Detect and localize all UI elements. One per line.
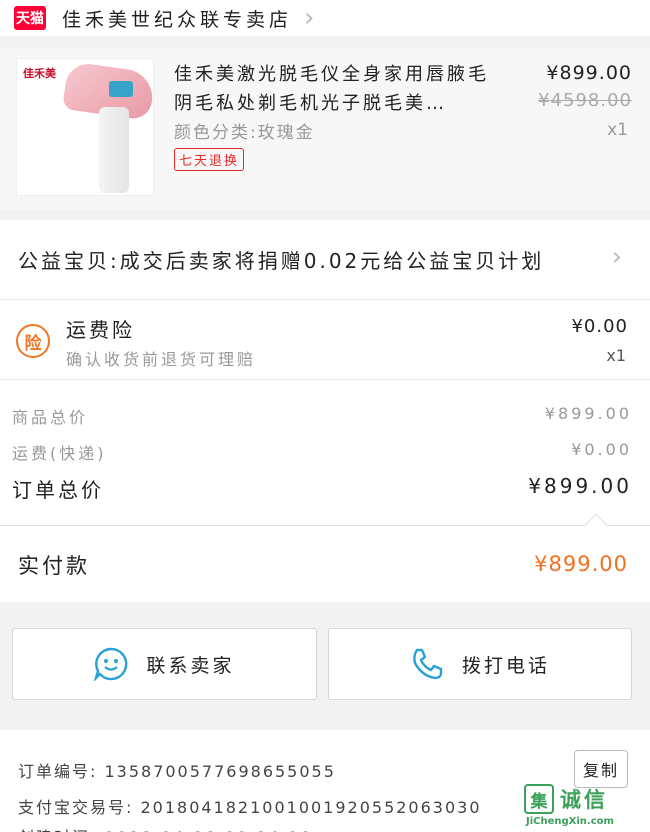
copy-button[interactable]: 复制 (574, 750, 628, 788)
shipping-insurance-row: 险 运费险 确认收货前退货可理赔 ¥0.00 x1 (0, 300, 650, 380)
charity-row[interactable]: 公益宝贝:成交后卖家将捐赠0.02元给公益宝贝计划 › (0, 220, 650, 300)
amount-paid-row: 实付款 ¥899.00 (0, 513, 650, 602)
goods-total-row: 商品总价 ¥899.00 (12, 404, 632, 428)
store-header[interactable]: 天猫 佳禾美世纪众联专卖店 › (0, 0, 650, 36)
insurance-icon: 险 (16, 324, 50, 358)
product-original-price: ¥4598.00 (538, 90, 632, 111)
chevron-right-icon: › (304, 3, 315, 33)
shipping-row: 运费(快递) ¥0.00 (12, 440, 632, 464)
product-item[interactable]: 佳禾美 佳禾美激光脱毛仪全身家用唇腋毛阴毛私处剃毛机光子脱毛美… 颜色分类:玫瑰… (0, 48, 650, 210)
watermark-url: JiChengXin.com (526, 816, 614, 827)
insurance-title: 运费险 (66, 318, 135, 342)
goods-total-label: 商品总价 (12, 408, 89, 427)
order-total-row: 订单总价 ¥899.00 (12, 474, 632, 503)
insurance-price: ¥0.00 (571, 316, 628, 337)
product-thumbnail[interactable]: 佳禾美 (16, 58, 156, 196)
product-price: ¥899.00 (546, 62, 632, 84)
product-brand-logo: 佳禾美 (23, 67, 56, 80)
watermark-mark: 集 (524, 784, 554, 814)
price-summary: 商品总价 ¥899.00 运费(快递) ¥0.00 订单总价 ¥899.00 (0, 380, 650, 526)
contact-seller-label: 联系卖家 (146, 654, 235, 677)
shipping-value: ¥0.00 (571, 440, 632, 459)
order-total-value: ¥899.00 (528, 474, 632, 498)
chevron-right-icon: › (611, 242, 622, 272)
charity-text: 公益宝贝:成交后卖家将捐赠0.02元给公益宝贝计划 (18, 249, 545, 273)
store-name[interactable]: 佳禾美世纪众联专卖店 (62, 5, 292, 32)
contact-seller-button[interactable]: 联系卖家 (12, 628, 317, 700)
alipay-transaction-number: 支付宝交易号: 2018041821001001920552063030 (18, 798, 482, 817)
order-total-label: 订单总价 (12, 478, 104, 502)
product-title[interactable]: 佳禾美激光脱毛仪全身家用唇腋毛阴毛私处剃毛机光子脱毛美… (174, 60, 494, 118)
insurance-quantity: x1 (606, 346, 626, 365)
product-quantity: x1 (607, 120, 628, 140)
order-number: 订单编号: 1358700577698655055 (18, 762, 336, 781)
created-time: 创建时间: 2018-04-18 09:14:28 (18, 824, 312, 832)
site-watermark: 集 诚信 JiChengXin.com (522, 784, 644, 830)
shipping-label: 运费(快递) (12, 444, 107, 463)
insurance-subtitle: 确认收货前退货可理赔 (66, 350, 257, 369)
amount-paid-label: 实付款 (18, 554, 90, 578)
watermark-text: 诚信 (560, 788, 608, 812)
goods-total-value: ¥899.00 (544, 404, 632, 423)
chat-bubble-icon (94, 647, 128, 681)
call-phone-label: 拨打电话 (461, 654, 550, 677)
seven-day-return-tag: 七天退换 (174, 148, 245, 171)
device-screen-graphic (109, 81, 133, 97)
call-phone-button[interactable]: 拨打电话 (328, 628, 632, 700)
tmall-badge: 天猫 (14, 6, 46, 30)
product-variant: 颜色分类:玫瑰金 (174, 123, 315, 143)
device-handle-graphic (99, 107, 129, 193)
amount-paid-value: ¥899.00 (534, 552, 628, 576)
phone-icon (410, 647, 444, 681)
action-buttons: 联系卖家 拨打电话 (0, 612, 650, 712)
